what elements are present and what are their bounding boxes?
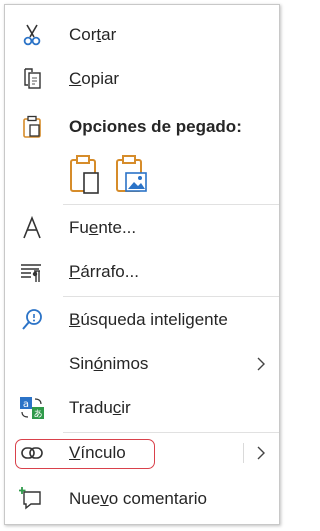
menu-item-synonyms[interactable]: Sinónimos: [5, 344, 279, 384]
paste-options-label: Opciones de pegado:: [69, 117, 242, 136]
paragraph-icon: [21, 264, 41, 282]
split-separator: [243, 443, 244, 463]
menu-item-new-comment[interactable]: Nuevo comentario: [5, 479, 279, 519]
comment-icon: [19, 487, 41, 510]
smart-lookup-label: Búsqueda inteligente: [69, 310, 228, 329]
link-label: Vínculo: [69, 443, 126, 462]
scissors-icon: [23, 24, 41, 46]
translate-label: Traducir: [69, 398, 131, 417]
copy-label: Copiar: [69, 69, 120, 88]
paragraph-label: Párrafo...: [69, 262, 139, 281]
menu-item-translate[interactable]: a あ Traducir: [5, 388, 279, 428]
menu-item-font[interactable]: Fuente...: [5, 208, 279, 248]
menu-item-smart-lookup[interactable]: Búsqueda inteligente: [5, 300, 279, 340]
chevron-right-icon: [257, 357, 265, 371]
paste-keep-text-icon: [70, 155, 99, 194]
cut-label: Cortar: [69, 25, 117, 44]
chevron-right-icon[interactable]: [255, 445, 267, 461]
separator: [63, 204, 279, 205]
menu-item-cut[interactable]: Cortar: [5, 15, 279, 55]
paste-option-keep-text[interactable]: [67, 153, 107, 197]
search-icon: [22, 309, 42, 330]
synonyms-label: Sinónimos: [69, 354, 149, 373]
menu-item-paragraph[interactable]: Párrafo...: [5, 252, 279, 292]
svg-text:a: a: [23, 399, 29, 410]
separator: [63, 296, 279, 297]
copy-icon: [24, 68, 41, 89]
menu-item-link[interactable]: Vínculo: [5, 433, 279, 473]
paste-picture-icon: [116, 155, 147, 192]
clipboard-icon: [23, 115, 41, 138]
svg-text:あ: あ: [33, 409, 42, 420]
translate-icon: a あ: [20, 397, 44, 420]
font-icon: [23, 215, 41, 239]
paste-option-picture[interactable]: [113, 153, 153, 197]
link-icon: [21, 447, 43, 459]
context-menu: Cortar Copiar Opciones de pegado: Fuente…: [4, 4, 280, 525]
new-comment-label: Nuevo comentario: [69, 489, 207, 508]
paste-options-header: Opciones de pegado:: [5, 107, 279, 147]
menu-item-copy[interactable]: Copiar: [5, 59, 279, 99]
font-label: Fuente...: [69, 218, 137, 237]
